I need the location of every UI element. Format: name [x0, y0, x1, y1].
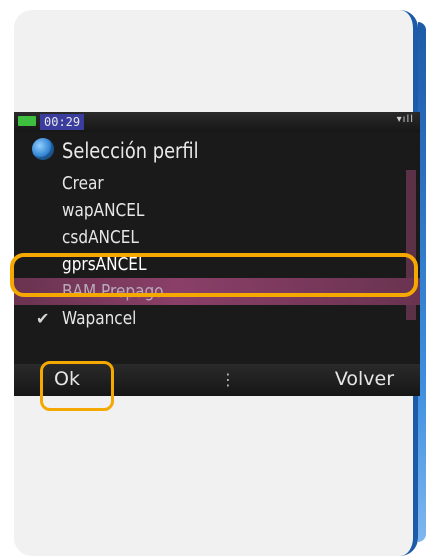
status-bar: 00:29 ▾ıll	[14, 112, 420, 132]
options-dots-icon: ⋮	[220, 370, 236, 389]
checkmark-icon: ✔	[36, 309, 50, 328]
list-item-label: wapANCEL	[62, 200, 145, 221]
list-item-wapancel[interactable]: wapANCEL	[14, 197, 420, 224]
globe-icon	[32, 138, 54, 160]
profile-list: Crear wapANCEL csdANCEL gprsANCEL BAM Pr…	[14, 170, 420, 332]
highlight-gprsancel-callout	[10, 253, 418, 297]
page: 00:29 ▾ıll Selección perfil Crear wapANC…	[0, 0, 434, 558]
signal-icon: ▾ıll	[396, 114, 414, 125]
clock: 00:29	[40, 114, 85, 130]
highlight-ok-callout	[40, 361, 114, 411]
screen-header: Selección perfil	[14, 134, 420, 170]
list-item-label: Crear	[62, 173, 104, 194]
battery-icon	[18, 116, 36, 126]
list-item-label: csdANCEL	[62, 227, 139, 248]
list-item-label: Wapancel	[62, 308, 137, 329]
list-item-wapancel-checked[interactable]: ✔ Wapancel	[14, 305, 420, 332]
list-item-csdancel[interactable]: csdANCEL	[14, 224, 420, 251]
back-softkey[interactable]: Volver	[335, 368, 394, 390]
screen-title: Selección perfil	[62, 139, 199, 163]
list-item-crear[interactable]: Crear	[14, 170, 420, 197]
